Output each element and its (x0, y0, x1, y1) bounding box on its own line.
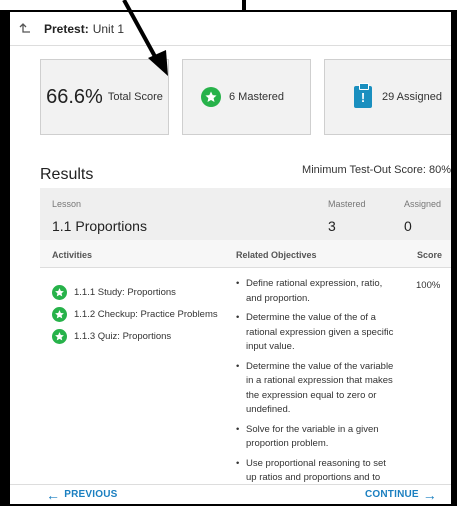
previous-label: PREVIOUS (64, 489, 118, 500)
activity-label: 1.1.2 Checkup: Practice Problems (74, 308, 218, 320)
objectives-column-header: Related Objectives (236, 250, 317, 260)
results-content: 66.6% Total Score 6 Mastered ! 29 Assign… (10, 46, 451, 484)
activities-column-header: Activities (52, 250, 93, 260)
page-title-bold: Pretest: (44, 21, 89, 36)
back-up-icon[interactable] (18, 22, 32, 36)
assigned-card: ! 29 Assigned (324, 59, 451, 135)
annotation-frame-right (451, 10, 457, 506)
score-column-header: Score (417, 250, 443, 260)
title-bar: Pretest: Unit 1 (10, 12, 451, 46)
minimum-test-out-score: Minimum Test-Out Score: 80% (302, 164, 451, 176)
lesson-assigned-value: 0 (404, 218, 412, 234)
continue-label: CONTINUE (364, 489, 419, 500)
star-icon (52, 328, 67, 344)
activity-label: 1.1.3 Quiz: Proportions (74, 330, 172, 342)
assigned-column-label: Assigned (404, 199, 442, 209)
related-objectives-list: Define rational expression, ratio, and p… (236, 277, 394, 484)
star-icon (52, 306, 67, 322)
arrow-left-icon: ← (46, 486, 61, 503)
lesson-header: Lesson 1.1 Proportions Mastered 3 Assign… (40, 188, 451, 240)
objective-item: Solve for the variable in a given propor… (236, 423, 394, 452)
total-score-value: 66.6% (46, 85, 103, 108)
summary-cards: 66.6% Total Score 6 Mastered ! 29 Assign… (40, 59, 451, 135)
continue-button[interactable]: CONTINUE → (364, 486, 437, 503)
total-score-label: Total Score (107, 91, 163, 103)
activities-list: 1.1.1 Study: Proportions 1.1.2 Checkup: … (52, 281, 232, 347)
lesson-score: 100% (416, 280, 441, 291)
annotation-arrow-icon (122, 0, 168, 76)
pretest-window: Pretest: Unit 1 66.6% Total Score 6 Mast… (10, 10, 451, 504)
previous-button[interactable]: ← PREVIOUS (46, 486, 118, 503)
objective-item: Define rational expression, ratio, and p… (236, 277, 394, 306)
objective-item: Determine the value of the of a rational… (236, 311, 394, 355)
lesson-label: Lesson (52, 199, 82, 209)
objective-item: Use proportional reasoning to set up rat… (236, 457, 394, 485)
lesson-mastered-value: 3 (328, 218, 336, 234)
lesson-panel: Lesson 1.1 Proportions Mastered 3 Assign… (40, 188, 451, 484)
mastered-count: 6 Mastered (229, 91, 285, 103)
activity-label: 1.1.1 Study: Proportions (74, 286, 176, 298)
activity-table-header: Activities Related Objectives Score (40, 240, 451, 268)
assigned-count: 29 Assigned (382, 91, 442, 103)
objective-item: Determine the value of the variable in a… (236, 360, 394, 418)
navigation-footer: ← PREVIOUS CONTINUE → (10, 484, 451, 504)
activity-item[interactable]: 1.1.3 Quiz: Proportions (52, 325, 232, 347)
activity-item[interactable]: 1.1.1 Study: Proportions (52, 281, 232, 303)
arrow-right-icon: → (422, 486, 437, 503)
star-icon (52, 284, 67, 300)
results-heading: Results (40, 166, 94, 183)
activity-item[interactable]: 1.1.2 Checkup: Practice Problems (52, 303, 232, 325)
clipboard-alert-icon: ! (354, 83, 372, 108)
mastered-column-label: Mastered (328, 199, 366, 209)
annotation-frame-left (0, 10, 10, 506)
star-icon (201, 87, 221, 107)
mastered-card: 6 Mastered (182, 59, 311, 135)
lesson-name: 1.1 Proportions (52, 218, 147, 234)
